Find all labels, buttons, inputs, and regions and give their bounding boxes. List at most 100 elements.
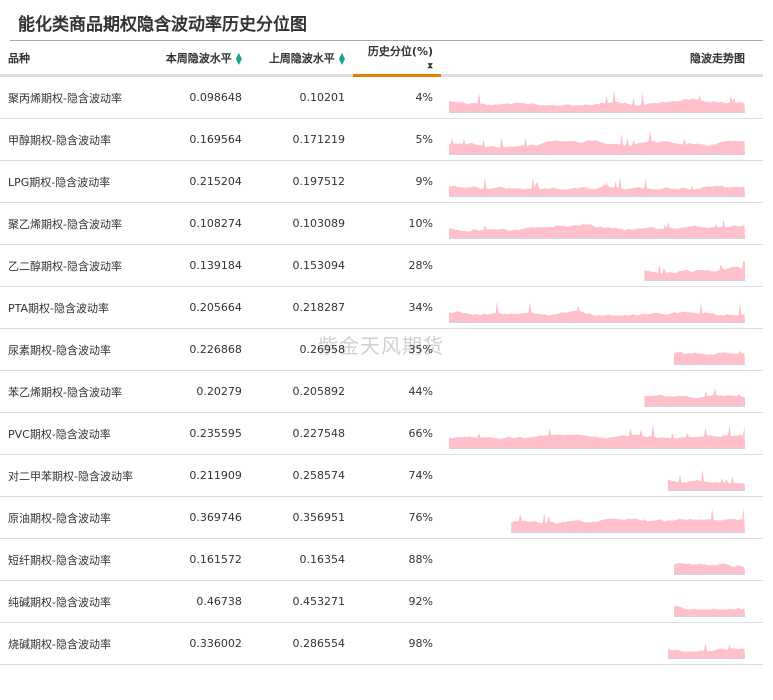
sparkline-chart — [449, 176, 745, 197]
row-last-week: 0.218287 — [249, 286, 353, 329]
row-percentile: 35% — [352, 328, 441, 371]
row-this-week: 0.205664 — [146, 286, 250, 329]
row-percentile: 66% — [352, 412, 441, 455]
sort-icon[interactable]: ▲ ▼ — [339, 51, 345, 65]
row-this-week: 0.226868 — [146, 328, 250, 371]
row-sparkline — [441, 160, 763, 203]
row-percentile: 74% — [352, 454, 441, 497]
row-last-week: 0.10201 — [249, 75, 353, 119]
sparkline-area — [449, 176, 745, 196]
sparkline-area — [673, 562, 745, 574]
iv-table: 品种 本周隐波水平 ▲ ▼ 上周隐波水平 ▲ ▼ 历史分位(%) ⧗ 隐波走势图 聚丙烯期… — [0, 41, 763, 665]
table-row: 苯乙烯期权-隐含波动率 0.20279 0.205892 44% — [0, 370, 763, 413]
row-percentile: 44% — [352, 370, 441, 413]
table-row: 原油期权-隐含波动率 0.369746 0.356951 76% — [0, 496, 763, 539]
row-last-week: 0.197512 — [249, 160, 353, 203]
col-percentile[interactable]: 历史分位(%) ⧗ — [352, 41, 441, 77]
sort-desc-icon[interactable]: ⧗ — [427, 62, 433, 70]
row-percentile: 4% — [352, 75, 441, 119]
row-percentile: 34% — [352, 286, 441, 329]
row-name: 甲醇期权-隐含波动率 — [0, 118, 147, 161]
table-row: 烧碱期权-隐含波动率 0.336002 0.286554 98% — [0, 622, 763, 665]
row-name: 烧碱期权-隐含波动率 — [0, 622, 147, 665]
row-this-week: 0.46738 — [146, 580, 250, 623]
col-this-week[interactable]: 本周隐波水平 ▲ ▼ — [146, 41, 250, 77]
sparkline-area — [449, 130, 745, 154]
row-last-week: 0.16354 — [249, 538, 353, 581]
row-last-week: 0.205892 — [249, 370, 353, 413]
sparkline-chart — [644, 387, 745, 407]
row-name: 乙二醇期权-隐含波动率 — [0, 244, 147, 287]
row-sparkline — [441, 496, 763, 539]
row-name: 苯乙烯期权-隐含波动率 — [0, 370, 147, 413]
row-sparkline — [441, 454, 763, 497]
row-last-week: 0.103089 — [249, 202, 353, 245]
sparkline-area — [449, 423, 745, 448]
row-percentile: 10% — [352, 202, 441, 245]
row-this-week: 0.235595 — [146, 412, 250, 455]
table-row: 尿素期权-隐含波动率 0.226868 0.26958 35% — [0, 328, 763, 371]
col-trend: 隐波走势图 — [441, 41, 763, 77]
row-percentile: 92% — [352, 580, 441, 623]
sparkline-chart — [673, 605, 745, 617]
sparkline-area — [673, 605, 745, 616]
row-sparkline — [441, 328, 763, 371]
row-this-week: 0.369746 — [146, 496, 250, 539]
table-row: 聚乙烯期权-隐含波动率 0.108274 0.103089 10% — [0, 202, 763, 245]
row-name: 纯碱期权-隐含波动率 — [0, 580, 147, 623]
table-row: LPG期权-隐含波动率 0.215204 0.197512 9% — [0, 160, 763, 203]
sparkline-chart — [644, 260, 745, 281]
row-percentile: 28% — [352, 244, 441, 287]
row-percentile: 88% — [352, 538, 441, 581]
col-name: 品种 — [0, 41, 147, 77]
row-percentile: 76% — [352, 496, 441, 539]
sparkline-chart — [449, 218, 745, 239]
row-name: 尿素期权-隐含波动率 — [0, 328, 147, 371]
table-row: 甲醇期权-隐含波动率 0.169564 0.171219 5% — [0, 118, 763, 161]
row-sparkline — [441, 75, 763, 119]
row-name: PTA期权-隐含波动率 — [0, 286, 147, 329]
row-this-week: 0.169564 — [146, 118, 250, 161]
row-this-week: 0.139184 — [146, 244, 250, 287]
sparkline-area — [449, 218, 745, 238]
row-last-week: 0.258574 — [249, 454, 353, 497]
table-row: 乙二醇期权-隐含波动率 0.139184 0.153094 28% — [0, 244, 763, 287]
sparkline-chart — [673, 350, 745, 365]
row-sparkline — [441, 244, 763, 287]
row-this-week: 0.098648 — [146, 75, 250, 119]
row-last-week: 0.227548 — [249, 412, 353, 455]
row-sparkline — [441, 538, 763, 581]
sparkline-area — [449, 300, 745, 322]
table-row: 对二甲苯期权-隐含波动率 0.211909 0.258574 74% — [0, 454, 763, 497]
row-name: 聚乙烯期权-隐含波动率 — [0, 202, 147, 245]
col-this-week-label: 本周隐波水平 — [165, 51, 232, 65]
row-last-week: 0.171219 — [249, 118, 353, 161]
row-this-week: 0.108274 — [146, 202, 250, 245]
row-sparkline — [441, 412, 763, 455]
table-row: 纯碱期权-隐含波动率 0.46738 0.453271 92% — [0, 580, 763, 623]
row-this-week: 0.161572 — [146, 538, 250, 581]
table-row: PVC期权-隐含波动率 0.235595 0.227548 66% — [0, 412, 763, 455]
row-last-week: 0.286554 — [249, 622, 353, 665]
row-sparkline — [441, 622, 763, 665]
sparkline-area — [449, 90, 745, 112]
page-title: 能化类商品期权隐含波动率历史分位图 — [18, 15, 307, 35]
sparkline-chart — [449, 300, 745, 323]
sparkline-chart — [449, 423, 745, 449]
row-this-week: 0.20279 — [146, 370, 250, 413]
row-sparkline — [441, 286, 763, 329]
row-name: LPG期权-隐含波动率 — [0, 160, 147, 203]
sparkline-area — [644, 387, 745, 406]
row-this-week: 0.336002 — [146, 622, 250, 665]
sparkline-chart — [511, 507, 745, 533]
sparkline-chart — [673, 562, 745, 575]
row-name: 原油期权-隐含波动率 — [0, 496, 147, 539]
sparkline-area — [668, 469, 745, 490]
row-this-week: 0.215204 — [146, 160, 250, 203]
col-last-week[interactable]: 上周隐波水平 ▲ ▼ — [249, 41, 353, 77]
sort-icon[interactable]: ▲ ▼ — [236, 51, 242, 65]
col-percentile-label: 历史分位(%) — [367, 45, 433, 58]
row-percentile: 9% — [352, 160, 441, 203]
row-name: 对二甲苯期权-隐含波动率 — [0, 454, 147, 497]
row-name: 短纤期权-隐含波动率 — [0, 538, 147, 581]
